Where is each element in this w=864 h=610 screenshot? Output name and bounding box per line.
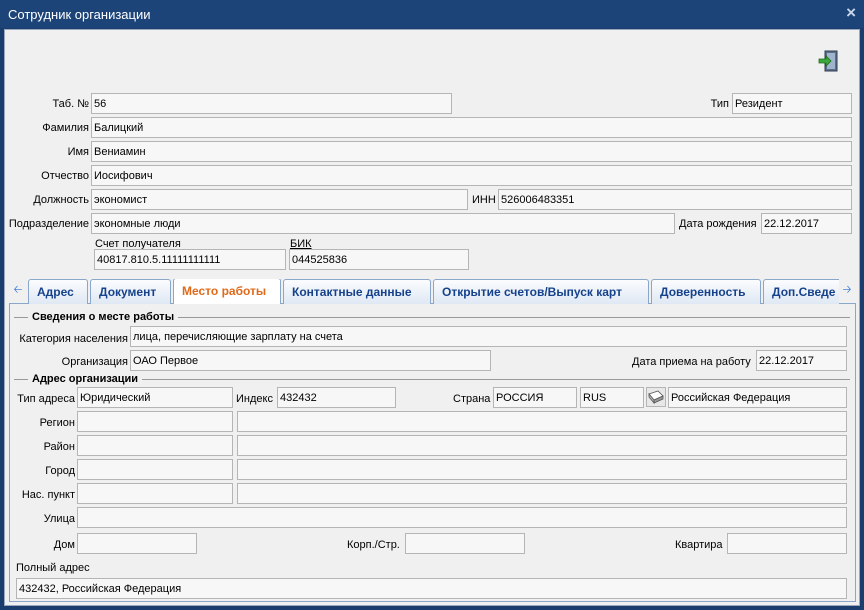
hire-label: Дата приема на работу xyxy=(632,356,751,368)
index-label: Индекс xyxy=(236,393,273,405)
country-label: Страна xyxy=(453,393,491,405)
work-section-title: Сведения о месте работы xyxy=(28,310,179,324)
house-label: Дом xyxy=(53,539,75,551)
bik-field[interactable]: 044525836 xyxy=(289,249,469,270)
tab-workplace[interactable]: Место работы xyxy=(173,279,281,304)
settlement-name-field[interactable] xyxy=(237,483,847,504)
region-field[interactable] xyxy=(77,411,233,432)
title-bar[interactable]: Сотрудник организации × xyxy=(0,0,864,28)
patronymic-field[interactable]: Иосифович xyxy=(91,165,852,186)
inn-field[interactable]: 526006483351 xyxy=(498,189,852,210)
birth-label: Дата рождения xyxy=(679,218,757,230)
account-field[interactable]: 40817.810.5.11111111111 xyxy=(94,249,286,270)
house-field[interactable] xyxy=(77,533,197,554)
city-field[interactable] xyxy=(77,459,233,480)
full-address-field[interactable]: 432432, Российская Федерация xyxy=(16,578,847,599)
window-body: Таб. № 56 Тип Резидент Фамилия Балицкий … xyxy=(4,29,860,606)
tab-bar: 🡠 Адрес Документ Место работы Контактные… xyxy=(9,277,856,304)
country-code-field[interactable]: RUS xyxy=(580,387,644,408)
workplace-panel: Сведения о месте работы Категория населе… xyxy=(9,304,856,602)
country-full-field[interactable]: Российская Федерация xyxy=(668,387,847,408)
settlement-label: Нас. пункт xyxy=(21,489,75,501)
reference-book-icon[interactable] xyxy=(646,387,666,407)
tab-contacts[interactable]: Контактные данные xyxy=(283,279,431,304)
org-field[interactable]: ОАО Первое xyxy=(130,350,491,371)
full-address-label: Полный адрес xyxy=(16,562,90,574)
region-label: Регион xyxy=(39,417,75,429)
employee-window: Сотрудник организации × Таб. № 56 Тип Ре… xyxy=(0,0,864,610)
street-label: Улица xyxy=(43,513,75,525)
surname-label: Фамилия xyxy=(42,122,89,134)
category-label: Категория населения xyxy=(19,333,128,345)
hire-field[interactable]: 22.12.2017 xyxy=(756,350,847,371)
department-label: Подразделение xyxy=(8,218,89,230)
tab-accounts[interactable]: Открытие счетов/Выпуск карт xyxy=(433,279,649,304)
close-icon[interactable]: × xyxy=(846,4,856,22)
exit-icon[interactable] xyxy=(818,49,842,73)
city-label: Город xyxy=(45,465,75,477)
region-name-field[interactable] xyxy=(237,411,847,432)
department-field[interactable]: экономные люди xyxy=(91,213,675,234)
district-field[interactable] xyxy=(77,435,233,456)
position-field[interactable]: экономист xyxy=(91,189,468,210)
name-field[interactable]: Вениамин xyxy=(91,141,852,162)
country-field[interactable]: РОССИЯ xyxy=(493,387,577,408)
address-type-label: Тип адреса xyxy=(17,393,75,405)
window-title: Сотрудник организации xyxy=(8,7,151,22)
tab-document[interactable]: Документ xyxy=(90,279,171,304)
category-field[interactable]: лица, перечисляющие зарплату на счета xyxy=(130,326,847,347)
type-field[interactable]: Резидент xyxy=(732,93,852,114)
patronymic-label: Отчество xyxy=(41,170,89,182)
tab-strip: Адрес Документ Место работы Контактные д… xyxy=(27,279,839,304)
tab-scroll-left-icon[interactable]: 🡠 xyxy=(11,283,25,297)
flat-label: Квартира xyxy=(675,539,723,551)
city-name-field[interactable] xyxy=(237,459,847,480)
birth-field[interactable]: 22.12.2017 xyxy=(761,213,852,234)
address-type-field[interactable]: Юридический xyxy=(77,387,233,408)
building-label: Корп./Стр. xyxy=(347,539,400,551)
inn-label: ИНН xyxy=(472,194,496,206)
building-field[interactable] xyxy=(405,533,525,554)
flat-field[interactable] xyxy=(727,533,847,554)
tab-no-label: Таб. № xyxy=(52,98,89,110)
org-label: Организация xyxy=(61,356,128,368)
tab-no-field[interactable]: 56 xyxy=(91,93,452,114)
book-icon xyxy=(648,390,664,405)
type-label: Тип xyxy=(710,98,729,110)
tab-additional[interactable]: Доп.Сведе xyxy=(763,279,839,304)
address-section-title: Адрес организации xyxy=(28,372,143,386)
tab-address[interactable]: Адрес xyxy=(28,279,88,304)
street-field[interactable] xyxy=(77,507,847,528)
district-label: Район xyxy=(43,441,75,453)
tab-scroll-right-icon[interactable]: 🡢 xyxy=(840,283,854,297)
index-field[interactable]: 432432 xyxy=(277,387,396,408)
district-name-field[interactable] xyxy=(237,435,847,456)
settlement-field[interactable] xyxy=(77,483,233,504)
name-label: Имя xyxy=(67,146,89,158)
surname-field[interactable]: Балицкий xyxy=(91,117,852,138)
position-label: Должность xyxy=(33,194,89,206)
tab-power-of-attorney[interactable]: Доверенность xyxy=(651,279,761,304)
